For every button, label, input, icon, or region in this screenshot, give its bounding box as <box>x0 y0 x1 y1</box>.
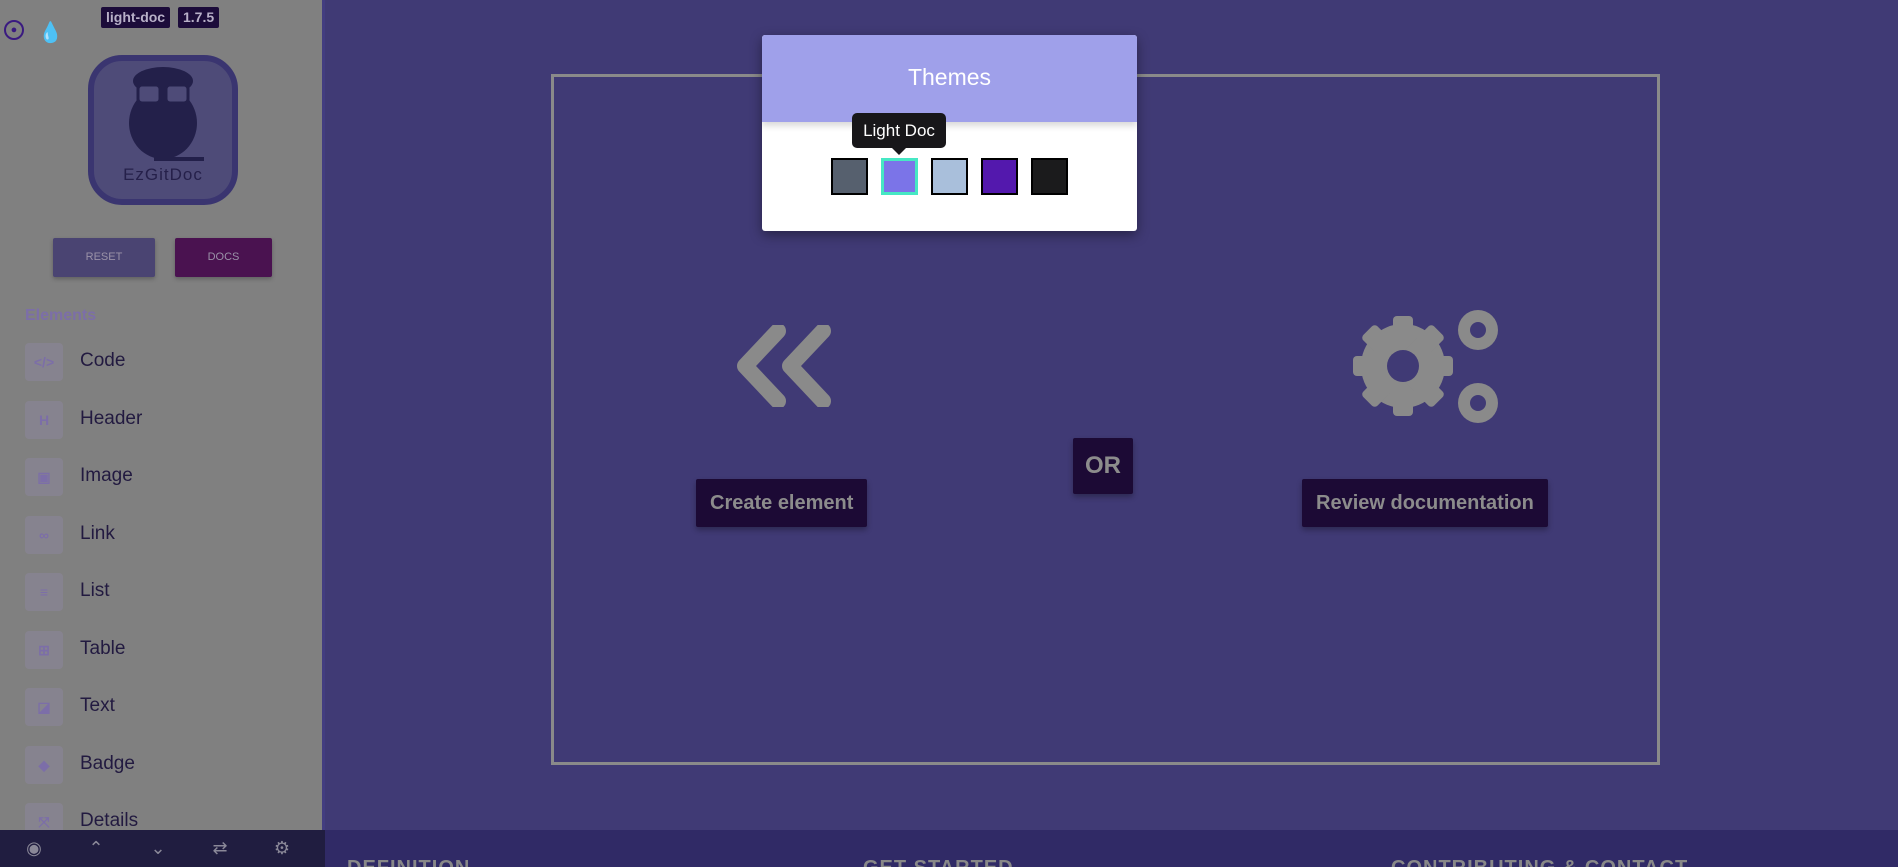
elements-heading: Elements <box>25 307 97 324</box>
sidebar-item-link[interactable]: ∞ Link <box>25 515 305 554</box>
sidebar-item-label: Badge <box>80 752 135 774</box>
gear-icon[interactable]: ⚙ <box>267 830 297 867</box>
sidebar-item-label: Table <box>80 637 126 659</box>
sidebar-item-code[interactable]: </> Code <box>25 343 305 381</box>
sidebar-item-label: Link <box>80 522 115 544</box>
sidebar-item-details[interactable]: ⤧ Details <box>25 803 305 830</box>
chevrons-down-icon[interactable]: ⌄ <box>143 830 173 867</box>
tag-icon: ◆ <box>25 745 63 784</box>
docs-button[interactable]: DOCS <box>175 238 272 277</box>
sidebar-item-label: List <box>80 580 110 601</box>
note-icon: ◪ <box>25 688 63 726</box>
review-documentation-button[interactable]: Review documentation <box>1302 479 1548 527</box>
version-badge: 1.7.5 <box>178 7 220 28</box>
eye-icon[interactable]: ◉ <box>19 830 49 867</box>
github-icon[interactable]: ● <box>4 20 24 40</box>
sidebar-item-table[interactable]: ⊞ Table <box>25 630 305 669</box>
sidebar-item-label: Image <box>80 465 133 486</box>
footer-get-started[interactable]: GET STARTED <box>863 857 1014 867</box>
logo: EzGitDoc <box>88 55 238 205</box>
footer-nav: DEFINITION GET STARTED CONTRIBUTING & CO… <box>325 830 1898 867</box>
or-label: OR <box>1073 438 1133 494</box>
sidebar-item-list[interactable]: ≡ List <box>25 573 305 611</box>
footer-definition[interactable]: DEFINITION <box>347 857 470 867</box>
theme-swatch[interactable] <box>931 158 968 195</box>
themes-title: Themes <box>762 35 1137 122</box>
chevrons-left-icon <box>737 325 831 407</box>
footer-contributing[interactable]: CONTRIBUTING & CONTACT <box>1391 857 1688 867</box>
reset-button[interactable]: RESET <box>53 238 155 277</box>
theme-tooltip: Light Doc <box>852 113 946 155</box>
sidebar-item-badge[interactable]: ◆ Badge <box>25 745 305 784</box>
theme-swatch[interactable] <box>1031 158 1068 195</box>
chevrons-up-icon[interactable]: ⌃ <box>81 830 111 867</box>
theme-swatch[interactable] <box>881 158 918 195</box>
theme-drop-icon[interactable]: 💧 <box>38 20 63 45</box>
link-icon: ∞ <box>25 515 63 554</box>
theme-swatch[interactable] <box>831 158 868 195</box>
swap-icon[interactable]: ⇄ <box>205 830 235 867</box>
code-icon: </> <box>25 343 63 381</box>
gears-icon <box>1353 310 1498 423</box>
logo-text: EzGitDoc <box>123 165 203 184</box>
sidebar-item-label: Header <box>80 407 143 429</box>
heading-icon: H <box>25 400 63 439</box>
sidebar-item-image[interactable]: ▣ Image <box>25 458 305 496</box>
name-badge: light-doc <box>101 7 171 28</box>
sidebar: ● 💧 light-doc 1.7.5 EzGitDoc RESET DOCS … <box>0 0 325 830</box>
sidebar-item-label: Details <box>80 810 139 830</box>
sidebar-item-text[interactable]: ◪ Text <box>25 688 305 726</box>
list-icon: ≡ <box>25 573 63 611</box>
owl-icon <box>129 67 204 161</box>
sidebar-item-label: Code <box>80 350 126 371</box>
themes-dialog: Themes <box>762 35 1137 231</box>
sidebar-item-label: Text <box>80 695 115 716</box>
image-icon: ▣ <box>25 458 63 496</box>
sidebar-item-header[interactable]: H Header <box>25 400 305 439</box>
theme-swatch[interactable] <box>981 158 1018 195</box>
bottom-toolbar: ◉ ⌃ ⌄ ⇄ ⚙ <box>0 830 325 867</box>
create-element-button[interactable]: Create element <box>696 479 868 527</box>
expand-icon: ⤧ <box>25 803 63 830</box>
table-icon: ⊞ <box>25 630 63 669</box>
